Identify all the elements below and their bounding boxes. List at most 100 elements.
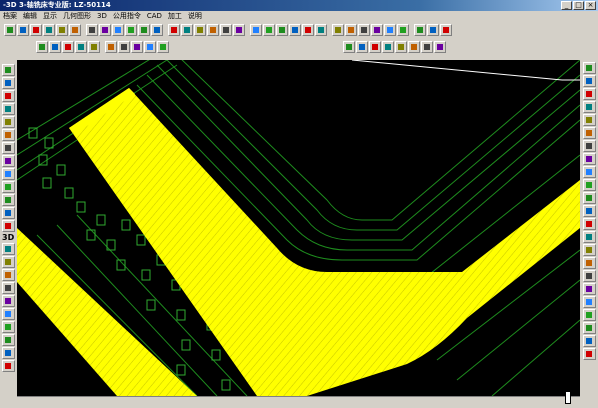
edge-button[interactable]: [2, 194, 15, 206]
fit-button[interactable]: [2, 116, 15, 128]
center-button[interactable]: [421, 41, 433, 53]
circle-button[interactable]: [207, 24, 219, 36]
r-list10-button[interactable]: [583, 348, 596, 360]
minimize-button[interactable]: _: [561, 1, 572, 10]
measure-button[interactable]: [69, 24, 81, 36]
r-view-button[interactable]: [583, 166, 596, 178]
r-list8-button[interactable]: [583, 322, 596, 334]
offset-button[interactable]: [151, 24, 163, 36]
menu-cad[interactable]: CAD: [147, 11, 162, 22]
menu-geometry[interactable]: 几何图形: [63, 11, 91, 22]
r-dim-button[interactable]: [583, 101, 596, 113]
verify-button[interactable]: [382, 41, 394, 53]
helix-button[interactable]: [371, 24, 383, 36]
thread-button[interactable]: [414, 24, 426, 36]
redo2-button[interactable]: [131, 41, 143, 53]
face-button[interactable]: [345, 24, 357, 36]
scroll-thumb[interactable]: [565, 391, 571, 404]
close-button[interactable]: ×: [585, 1, 596, 10]
r-list7-button[interactable]: [583, 309, 596, 321]
hatch-button[interactable]: [220, 24, 232, 36]
check-button[interactable]: [4, 24, 16, 36]
r-check-button[interactable]: [583, 218, 596, 230]
layer-button[interactable]: [2, 142, 15, 154]
pan-button[interactable]: [2, 77, 15, 89]
rotate-button[interactable]: [30, 24, 42, 36]
menu-help[interactable]: 说明: [188, 11, 202, 22]
slot-button[interactable]: [384, 24, 396, 36]
iso-button[interactable]: [2, 243, 15, 255]
info-button[interactable]: [2, 360, 15, 372]
path-button[interactable]: [408, 41, 420, 53]
menu-file[interactable]: 档案: [3, 11, 17, 22]
line-button[interactable]: [112, 24, 124, 36]
green-arrow-button[interactable]: [263, 24, 275, 36]
trim-button[interactable]: [138, 24, 150, 36]
chain-button[interactable]: [434, 41, 446, 53]
copy-button[interactable]: [88, 41, 100, 53]
view-button[interactable]: [2, 129, 15, 141]
r-list4-button[interactable]: [583, 270, 596, 282]
r-path-button[interactable]: [583, 140, 596, 152]
graphics-viewport[interactable]: [17, 60, 580, 396]
r-person-button[interactable]: [583, 75, 596, 87]
engrave-button[interactable]: [427, 24, 439, 36]
spiral-button[interactable]: [289, 24, 301, 36]
play-button[interactable]: [369, 41, 381, 53]
move-button[interactable]: [86, 24, 98, 36]
wire-button[interactable]: [2, 220, 15, 232]
axis-button[interactable]: [2, 308, 15, 320]
zoom-out-button[interactable]: [2, 103, 15, 115]
maximize-button[interactable]: □: [573, 1, 584, 10]
r-list5-button[interactable]: [583, 283, 596, 295]
chamfer-button[interactable]: [397, 24, 409, 36]
r-mesh-button[interactable]: [583, 205, 596, 217]
ramp-button[interactable]: [358, 24, 370, 36]
line-tool-button[interactable]: [356, 41, 368, 53]
sim-button[interactable]: [395, 41, 407, 53]
tool-button[interactable]: [2, 282, 15, 294]
save-button[interactable]: [62, 41, 74, 53]
menu-edit[interactable]: 编辑: [23, 11, 37, 22]
zoom-button[interactable]: [2, 64, 15, 76]
r-list9-button[interactable]: [583, 335, 596, 347]
r-list2-button[interactable]: [583, 244, 596, 256]
new-button[interactable]: [36, 41, 48, 53]
r-color-button[interactable]: [583, 153, 596, 165]
menu-view[interactable]: 显示: [43, 11, 57, 22]
r-axis-button[interactable]: [583, 88, 596, 100]
r-edge-button[interactable]: [583, 192, 596, 204]
open-button[interactable]: [49, 41, 61, 53]
r-list3-button[interactable]: [583, 257, 596, 269]
undo-button[interactable]: [118, 41, 130, 53]
zoom-window-button[interactable]: [43, 24, 55, 36]
r-zoom-button[interactable]: [583, 62, 596, 74]
r-solid-button[interactable]: [583, 114, 596, 126]
wave-button[interactable]: [276, 24, 288, 36]
print-button[interactable]: [75, 41, 87, 53]
vector-button[interactable]: [2, 334, 15, 346]
solid-button[interactable]: [2, 256, 15, 268]
drill-button[interactable]: [332, 24, 344, 36]
contour-button[interactable]: [315, 24, 327, 36]
select-button[interactable]: [157, 41, 169, 53]
color-button[interactable]: [440, 24, 452, 36]
mesh-button[interactable]: [2, 269, 15, 281]
grid-button[interactable]: [99, 24, 111, 36]
yellow-square-button[interactable]: [343, 41, 355, 53]
menu-3d[interactable]: 3D: [97, 11, 107, 22]
r-shade-button[interactable]: [583, 179, 596, 191]
light-button[interactable]: [2, 155, 15, 167]
rotate-obj-button[interactable]: [181, 24, 193, 36]
zoom-in-button[interactable]: [2, 90, 15, 102]
cut-button[interactable]: [250, 24, 262, 36]
pocket-button[interactable]: [302, 24, 314, 36]
r-list-button[interactable]: [583, 231, 596, 243]
grid2-button[interactable]: [2, 295, 15, 307]
front-button[interactable]: [2, 168, 15, 180]
r-list6-button[interactable]: [583, 296, 596, 308]
horizontal-scrollbar[interactable]: [17, 391, 580, 405]
scale-button[interactable]: [194, 24, 206, 36]
layer-button[interactable]: [144, 41, 156, 53]
delete-button[interactable]: [233, 24, 245, 36]
